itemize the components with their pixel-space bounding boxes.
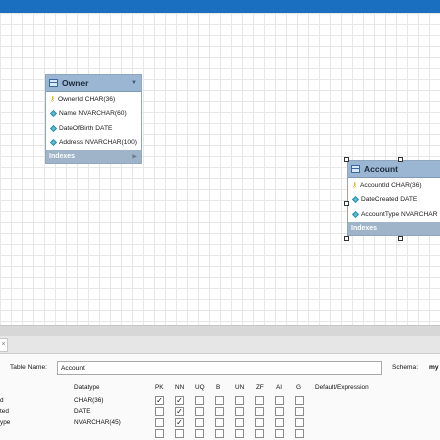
- key-icon: ⚷: [351, 182, 358, 190]
- flag-checkbox[interactable]: [295, 407, 304, 416]
- table-icon: [49, 79, 58, 87]
- column-header-pk[interactable]: PK: [155, 384, 164, 391]
- flag-checkbox[interactable]: [235, 418, 244, 427]
- column-header-datatype[interactable]: Datatype: [74, 384, 100, 391]
- flag-checkbox[interactable]: [195, 396, 204, 405]
- flag-checkbox[interactable]: [215, 418, 224, 427]
- column-row[interactable]: Address NVARCHAR(100): [46, 136, 141, 151]
- column-header-nn[interactable]: NN: [175, 384, 184, 391]
- column-header-g[interactable]: G: [296, 384, 301, 391]
- flag-checkbox[interactable]: [235, 396, 244, 405]
- table-editor-panel: × Table Name: Schema: my Datatype PK NN …: [0, 336, 440, 440]
- column-row[interactable]: ⚷ OwnerId CHAR(36): [46, 92, 141, 107]
- flag-checkbox[interactable]: [275, 429, 284, 438]
- column-header-default[interactable]: Default/Expression: [315, 384, 369, 391]
- column-header-ai[interactable]: AI: [276, 384, 282, 391]
- diagram-canvas[interactable]: Owner ▼ ⚷ OwnerId CHAR(36) Name NVARCHAR…: [0, 13, 440, 325]
- entity-account-indexes[interactable]: Indexes: [348, 221, 440, 235]
- close-icon[interactable]: ×: [0, 338, 8, 352]
- flag-checkbox[interactable]: [175, 429, 184, 438]
- expand-arrow-icon[interactable]: ▶: [132, 153, 137, 160]
- entity-owner-indexes[interactable]: Indexes ▶: [46, 150, 141, 163]
- flag-checkbox[interactable]: [275, 418, 284, 427]
- flag-checkbox[interactable]: [295, 429, 304, 438]
- flag-checkbox[interactable]: ✓: [175, 396, 184, 405]
- flag-checkbox[interactable]: [215, 429, 224, 438]
- column-name-cell[interactable]: d: [0, 397, 4, 404]
- table-name-input[interactable]: [57, 361, 382, 375]
- column-row[interactable]: DateOfBirth DATE: [46, 121, 141, 136]
- panel-splitter[interactable]: [0, 325, 440, 336]
- column-label: DateOfBirth DATE: [59, 124, 113, 132]
- resize-handle[interactable]: [344, 157, 349, 162]
- column-label: DateCreated DATE: [361, 196, 418, 204]
- flag-checkbox[interactable]: [195, 429, 204, 438]
- entity-owner[interactable]: Owner ▼ ⚷ OwnerId CHAR(36) Name NVARCHAR…: [45, 74, 142, 164]
- column-label: OwnerId CHAR(36): [58, 95, 116, 103]
- diamond-icon: [49, 139, 58, 147]
- column-label: AccountType NVARCHAR: [361, 210, 438, 218]
- column-label: AccountId CHAR(36): [360, 181, 422, 189]
- diamond-icon: [49, 110, 58, 118]
- flag-checkbox[interactable]: ✓: [175, 407, 184, 416]
- editor-body: Table Name: Schema: my Datatype PK NN UQ…: [0, 354, 440, 440]
- table-icon: [351, 165, 360, 173]
- flag-checkbox[interactable]: [195, 407, 204, 416]
- key-icon: ⚷: [49, 96, 56, 104]
- column-row[interactable]: AccountType NVARCHAR: [348, 207, 440, 222]
- flag-checkbox[interactable]: [155, 407, 164, 416]
- flag-checkbox[interactable]: [255, 396, 264, 405]
- flag-checkbox[interactable]: [295, 396, 304, 405]
- diamond-icon: [49, 124, 58, 132]
- flag-checkbox[interactable]: [215, 396, 224, 405]
- collapse-arrow-icon[interactable]: ▼: [131, 80, 137, 86]
- column-header-zf[interactable]: ZF: [256, 384, 264, 391]
- flag-checkbox[interactable]: [255, 418, 264, 427]
- flag-checkbox[interactable]: [295, 418, 304, 427]
- column-datatype-cell[interactable]: NVARCHAR(45): [74, 419, 121, 426]
- column-datatype-cell[interactable]: CHAR(36): [74, 397, 103, 404]
- column-header-un[interactable]: UN: [235, 384, 244, 391]
- column-name-cell[interactable]: ted: [0, 408, 9, 415]
- column-datatype-cell[interactable]: DATE: [74, 408, 91, 415]
- column-row[interactable]: ⚷ AccountId CHAR(36): [348, 178, 440, 193]
- diamond-icon: [351, 196, 360, 204]
- column-row[interactable]: Name NVARCHAR(60): [46, 107, 141, 122]
- entity-owner-header[interactable]: Owner ▼: [46, 75, 141, 92]
- column-label: Name NVARCHAR(60): [59, 110, 127, 118]
- resize-handle[interactable]: [398, 236, 403, 241]
- column-label: Address NVARCHAR(100): [59, 139, 137, 147]
- flag-checkbox[interactable]: ✓: [175, 418, 184, 427]
- schema-value: my: [429, 364, 439, 371]
- flag-checkbox[interactable]: [275, 396, 284, 405]
- resize-handle[interactable]: [398, 157, 403, 162]
- flag-checkbox[interactable]: [155, 429, 164, 438]
- entity-account[interactable]: Account ⚷ AccountId CHAR(36) DateCreated…: [347, 160, 440, 236]
- table-name-label: Table Name:: [10, 364, 48, 371]
- column-row[interactable]: DateCreated DATE: [348, 193, 440, 208]
- editor-tab-bar: ×: [0, 336, 440, 354]
- entity-owner-title: Owner: [62, 78, 89, 88]
- flag-checkbox[interactable]: [155, 418, 164, 427]
- window-title-bar: [0, 0, 440, 13]
- flag-checkbox[interactable]: ✓: [155, 396, 164, 405]
- column-name-cell[interactable]: ype: [0, 419, 10, 426]
- flag-checkbox[interactable]: [195, 418, 204, 427]
- flag-checkbox[interactable]: [215, 407, 224, 416]
- entity-account-title: Account: [364, 164, 398, 174]
- indexes-label: Indexes: [49, 153, 76, 160]
- flag-checkbox[interactable]: [255, 429, 264, 438]
- flag-checkbox[interactable]: [235, 407, 244, 416]
- resize-handle[interactable]: [344, 236, 349, 241]
- resize-handle[interactable]: [344, 201, 349, 206]
- flag-checkbox[interactable]: [255, 407, 264, 416]
- column-header-b[interactable]: B: [216, 384, 220, 391]
- diamond-icon: [351, 210, 360, 218]
- column-header-uq[interactable]: UQ: [195, 384, 205, 391]
- schema-label: Schema:: [392, 364, 419, 371]
- flag-checkbox[interactable]: [275, 407, 284, 416]
- entity-account-header[interactable]: Account: [348, 161, 440, 178]
- flag-checkbox[interactable]: [235, 429, 244, 438]
- indexes-label: Indexes: [351, 224, 378, 232]
